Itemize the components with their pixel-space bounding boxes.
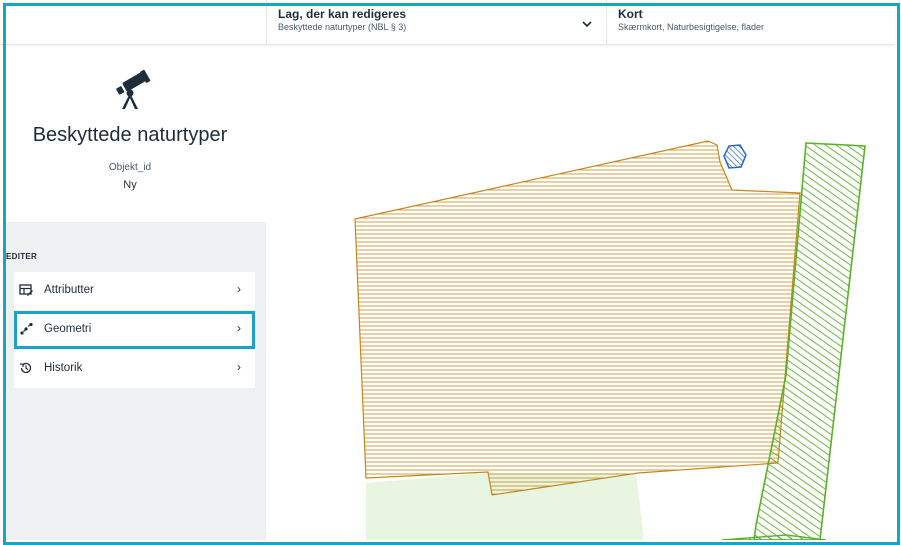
map-selector-title: Kort	[618, 7, 643, 21]
map-canvas[interactable]	[266, 45, 895, 540]
history-icon	[19, 362, 32, 374]
menu-item-attributter[interactable]: Attributter ›	[14, 272, 255, 310]
chevron-right-icon: ›	[237, 321, 241, 335]
side-panel: Beskyttede naturtyper Objekt_id Ny EDITE…	[6, 45, 266, 540]
edit-section: EDITER Attributter › Geometri › Historik…	[6, 222, 266, 540]
nature-type-polygon[interactable]	[354, 140, 801, 496]
object-id-value: Ny	[123, 179, 137, 191]
menu-item-label: Historik	[44, 362, 83, 374]
menu-item-historik[interactable]: Historik ›	[14, 350, 255, 388]
layer-selector-title: Lag, der kan redigeres	[278, 7, 407, 21]
layer-selector[interactable]: Lag, der kan redigeres Beskyttede naturt…	[266, 0, 606, 44]
panel-title: Beskyttede naturtyper	[32, 124, 228, 146]
chevron-down-icon[interactable]	[582, 20, 592, 28]
top-bar: Lag, der kan redigeres Beskyttede naturt…	[0, 0, 895, 45]
menu-item-label: Attributter	[44, 284, 94, 296]
object-id-label: Objekt_id	[108, 162, 152, 173]
geometry-icon	[20, 322, 33, 335]
map-selector[interactable]: Kort Skærmkort, Naturbesigtigelse, flade…	[606, 0, 895, 44]
chevron-right-icon: ›	[237, 282, 241, 296]
panel-header: Beskyttede naturtyper Objekt_id Ny	[6, 45, 266, 222]
table-edit-icon	[19, 284, 33, 296]
telescope-icon	[116, 69, 151, 109]
small-blue-polygon[interactable]	[723, 144, 747, 169]
menu-item-label: Geometri	[44, 323, 92, 335]
chevron-right-icon: ›	[237, 360, 241, 374]
menu-item-geometri[interactable]: Geometri ›	[14, 311, 255, 349]
map-layer[interactable]	[266, 45, 895, 540]
layer-selector-subtitle: Beskyttede naturtyper (NBL § 3)	[278, 22, 407, 32]
map-selector-subtitle: Skærmkort, Naturbesigtigelse, flader	[618, 22, 765, 32]
section-label: EDITER	[6, 252, 38, 261]
